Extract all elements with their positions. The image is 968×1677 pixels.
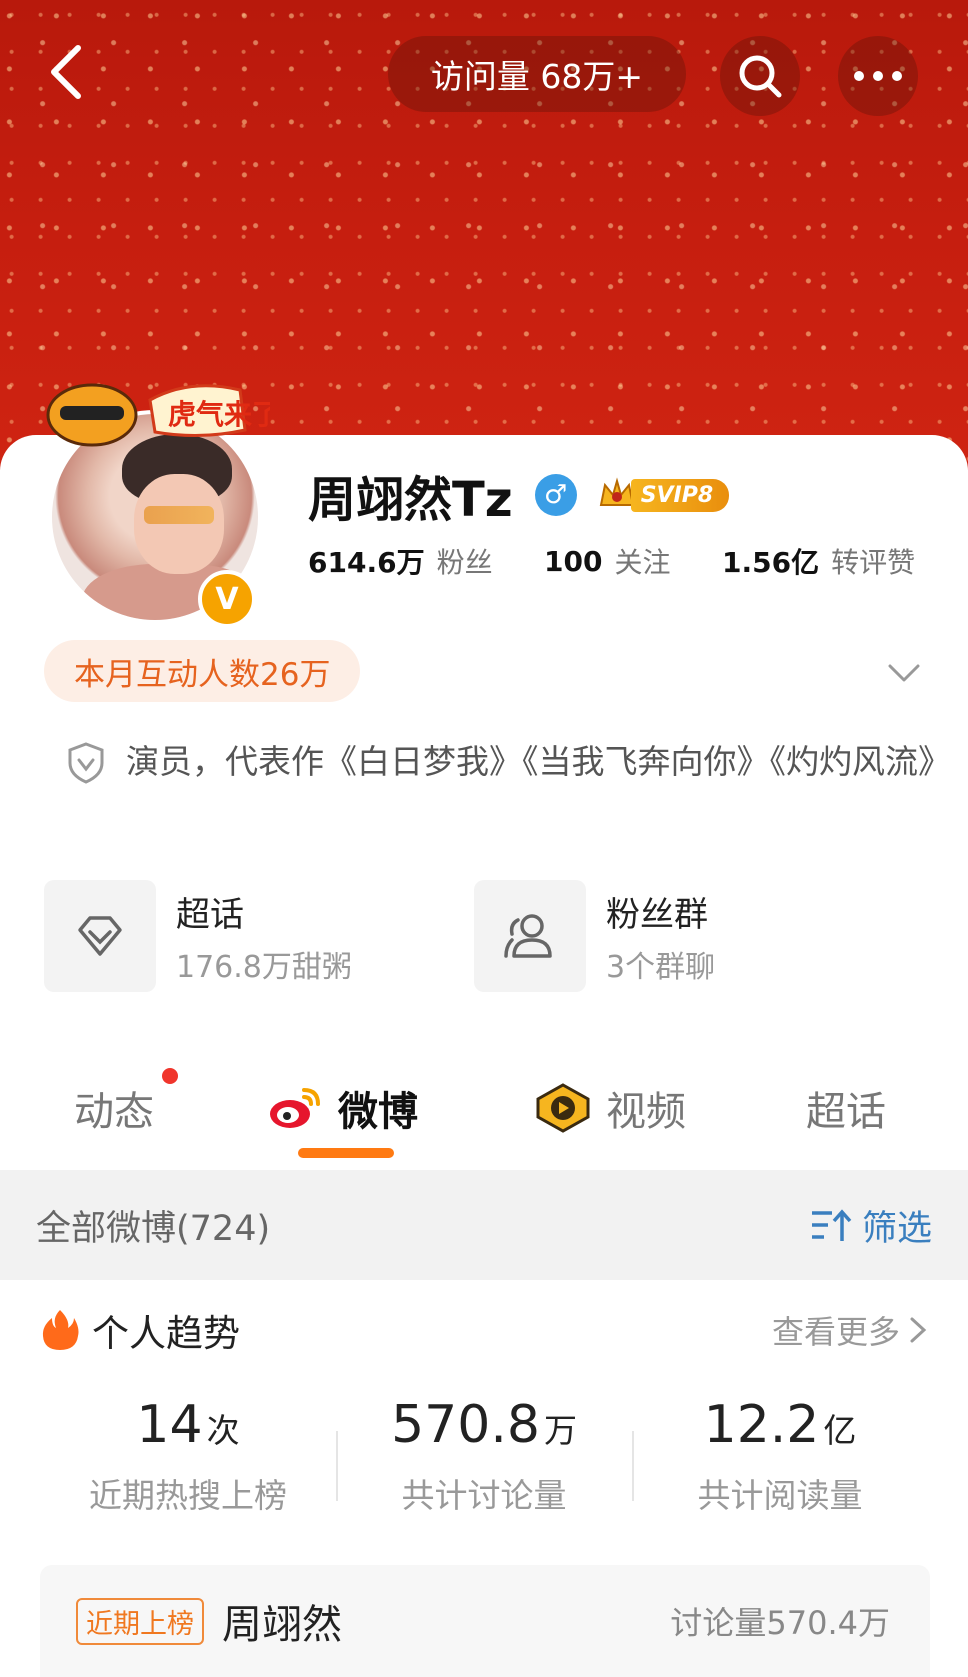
hot-search-unit: 次 — [206, 1411, 240, 1450]
svip-label: SVIP8 — [630, 478, 730, 512]
tab-video-label: 视频 — [606, 1089, 686, 1135]
tab-super-topic[interactable]: 超话 — [806, 1076, 886, 1140]
flame-icon — [42, 1310, 79, 1350]
hot-search-label: 近期热搜上榜 — [89, 1476, 287, 1515]
quick-entry-cards: 超话 176.8万甜粥 粉丝群 3个群聊 — [44, 880, 924, 992]
top-bar: 访问量 68万+ — [0, 28, 968, 120]
recent-ranking-tag: 近期上榜 — [76, 1597, 204, 1645]
reposts-stat[interactable]: 1.56亿 转评赞 — [722, 541, 915, 581]
notification-dot — [162, 1068, 178, 1084]
search-button[interactable] — [720, 36, 800, 116]
chevron-right-icon — [910, 1317, 927, 1343]
shield-icon — [68, 742, 104, 784]
group-users-icon — [474, 880, 586, 992]
filter-sort-icon — [811, 1209, 852, 1241]
visits-counter[interactable]: 访问量 68万+ — [388, 36, 686, 112]
followers-label: 粉丝 — [436, 546, 493, 579]
profile-tabs: 动态 微博 视频 超话 — [0, 1060, 968, 1170]
following-count: 100 — [544, 544, 603, 578]
followers-stat[interactable]: 614.6万 粉丝 — [308, 541, 544, 581]
tab-dynamic[interactable]: 动态 — [74, 1076, 154, 1140]
reposts-count: 1.56亿 — [722, 546, 820, 579]
verified-badge-icon: V — [198, 570, 256, 628]
personal-trend-header: 个人趋势 查看更多 — [40, 1300, 930, 1360]
search-icon — [739, 55, 782, 98]
super-topic-card[interactable]: 超话 176.8万甜粥 — [44, 880, 352, 992]
hot-search-stat[interactable]: 14 次 近期热搜上榜 — [40, 1395, 336, 1517]
discussion-unit: 万 — [543, 1411, 577, 1450]
video-play-icon — [536, 1083, 590, 1133]
tab-weibo-label: 微博 — [338, 1089, 418, 1135]
discussion-label: 共计讨论量 — [401, 1476, 567, 1515]
weibo-filter-bar: 全部微博(724) 筛选 — [0, 1170, 968, 1280]
monthly-interaction-pill[interactable]: 本月互动人数26万 — [44, 640, 361, 702]
tab-dynamic-label: 动态 — [74, 1089, 154, 1135]
trend-title: 个人趋势 — [92, 1312, 240, 1355]
back-button[interactable] — [36, 42, 96, 102]
diamond-icon — [44, 880, 156, 992]
male-gender-icon: ♂ — [534, 474, 577, 516]
more-button[interactable] — [838, 36, 918, 116]
profile-name: 周翊然Tz — [308, 472, 513, 528]
filter-label: 筛选 — [861, 1208, 932, 1249]
all-weibo-count[interactable]: 全部微博(724) — [36, 1200, 270, 1251]
verification-info: 演员，代表作《白日梦我》《当我飞奔向你》《灼灼风流》 — [66, 735, 951, 789]
reads-stat[interactable]: 12.2 亿 共计阅读量 — [632, 1395, 928, 1517]
see-more-label: 查看更多 — [771, 1313, 900, 1351]
chevron-left-icon — [51, 45, 81, 99]
tiger-sticker-text: 虎气来了 — [168, 398, 270, 431]
recent-ranking-count: 讨论量570.4万 — [670, 1604, 890, 1642]
name-row: 周翊然Tz ♂ SVIP8 — [308, 460, 730, 530]
verification-text: 演员，代表作《白日梦我》《当我飞奔向你》《灼灼风流》 — [126, 742, 951, 781]
tiger-sticker-icon: 虎气来了 — [46, 383, 270, 447]
super-topic-title: 超话 — [176, 894, 244, 935]
filter-button[interactable]: 筛选 — [810, 1170, 932, 1280]
fan-group-title: 粉丝群 — [606, 894, 708, 935]
super-topic-subtitle: 176.8万甜粥 — [176, 949, 352, 985]
reads-unit: 亿 — [823, 1411, 857, 1450]
following-stat[interactable]: 100 关注 — [544, 541, 722, 581]
avatar-container[interactable]: 虎气来了 V — [40, 370, 270, 628]
active-tab-indicator — [298, 1148, 394, 1158]
recent-ranking-name: 周翊然 — [222, 1602, 342, 1648]
tab-super-label: 超话 — [806, 1089, 886, 1135]
followers-count: 614.6万 — [308, 546, 425, 579]
recent-ranking-item[interactable]: 近期上榜 周翊然 讨论量570.4万 — [40, 1565, 930, 1677]
discussion-stat[interactable]: 570.8 万 共计讨论量 — [336, 1395, 632, 1517]
tab-weibo[interactable]: 微博 — [266, 1076, 418, 1140]
fan-group-card[interactable]: 粉丝群 3个群聊 — [474, 880, 715, 992]
following-label: 关注 — [614, 546, 671, 579]
discussion-value: 570.8 — [391, 1395, 540, 1455]
weibo-logo-icon — [270, 1088, 320, 1128]
fan-group-subtitle: 3个群聊 — [606, 949, 716, 985]
chevron-down-icon[interactable] — [882, 650, 926, 694]
reads-value: 12.2 — [703, 1395, 820, 1455]
reads-label: 共计阅读量 — [697, 1476, 863, 1515]
see-more-link[interactable]: 查看更多 — [772, 1300, 930, 1360]
more-dots-icon — [854, 71, 902, 81]
tab-video[interactable]: 视频 — [534, 1076, 686, 1140]
trend-stats: 14 次 近期热搜上榜 570.8 万 共计讨论量 12.2 亿 共计阅读量 — [40, 1395, 930, 1535]
profile-stats: 614.6万 粉丝 100 关注 1.56亿 转评赞 — [308, 538, 948, 584]
hot-search-value: 14 — [136, 1395, 203, 1455]
reposts-label: 转评赞 — [831, 546, 916, 579]
svip-badge[interactable]: SVIP8 — [597, 475, 730, 515]
